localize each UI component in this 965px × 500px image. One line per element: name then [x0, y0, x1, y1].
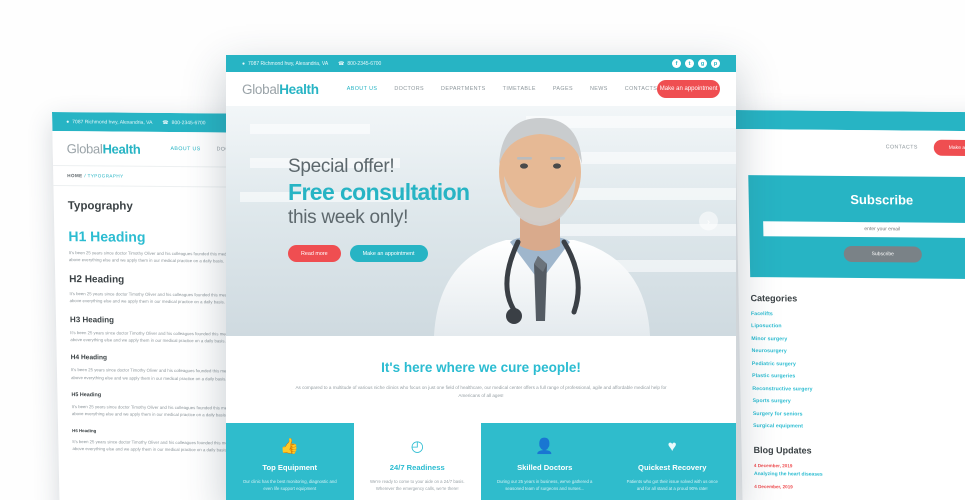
clock-icon: ◴ [410, 437, 424, 455]
list-item[interactable]: 4 December, 2019 [754, 484, 965, 491]
social-links-center[interactable]: f t g p [672, 59, 720, 68]
feature-title: Top Equipment [262, 462, 318, 472]
subscribe-widget: Subscribe Subscribe [748, 175, 965, 279]
list-item[interactable]: Reconstructive surgery [752, 386, 965, 394]
phone-icon: ☎ [338, 60, 345, 67]
home-page-preview[interactable]: ● 7087 Richmond hwy, Alexandria, VA ☎ 80… [226, 55, 736, 500]
phone-icon: ☎ [162, 119, 169, 126]
list-item[interactable]: Liposuction [751, 323, 965, 331]
features-section: 👍 Top Equipment Our clinic has the best … [226, 422, 736, 500]
facebook-icon[interactable]: f [672, 59, 681, 68]
nav-item-doctors[interactable]: DOCTORS [394, 86, 424, 92]
list-item[interactable]: 4 December, 2019 Analyzing the heart dis… [754, 463, 965, 479]
nav-item-departments[interactable]: DEPARTMENTS [441, 86, 486, 92]
subscribe-button[interactable]: Subscribe [843, 245, 922, 263]
list-item[interactable]: Neurosurgery [752, 348, 965, 356]
sidebar-widgets: Subscribe Subscribe Categories Facelifts… [736, 163, 965, 491]
list-item[interactable]: Sports surgery [753, 398, 965, 406]
google-plus-icon[interactable]: g [698, 59, 707, 68]
hero-slider[interactable]: Special offer! Free consultation this we… [226, 106, 736, 336]
make-appointment-button[interactable]: Make an appointment [349, 245, 428, 262]
thumbs-up-icon: 👍 [280, 437, 300, 455]
breadcrumb-current: Typography [87, 173, 124, 179]
breadcrumb-separator: / [84, 173, 87, 179]
blog-sidebar-page-preview[interactable]: f t g p CONTACTS Make an appointment Sub… [735, 110, 965, 500]
hero-buttons: Read more Make an appointment [288, 245, 470, 262]
nav-item-pages[interactable]: PAGES [553, 86, 573, 92]
categories-list: Facelifts Liposuction Minor surgery Neur… [751, 311, 965, 432]
phone-text: 800-2345-6700 [347, 60, 382, 67]
slider-next-arrow-icon[interactable]: › [699, 211, 718, 231]
logo-light-text: Global [66, 140, 103, 156]
feature-card-skilled-doctors[interactable]: 👤 Skilled Doctors During our 25 years in… [481, 422, 609, 500]
address-item: ● 7087 Richmond hwy, Alexandria, VA [242, 61, 328, 67]
read-more-button[interactable]: Read more [288, 245, 341, 262]
feature-card-top-equipment[interactable]: 👍 Top Equipment Our clinic has the best … [226, 422, 354, 500]
list-item[interactable]: Minor surgery [751, 336, 965, 344]
location-pin-icon: ● [66, 118, 70, 125]
hero-line-3: this week only! [288, 207, 409, 228]
main-navbar-right: CONTACTS Make an appointment [735, 128, 965, 166]
post-date: 4 December, 2019 [754, 483, 793, 489]
phone-item[interactable]: ☎ 800-2345-6700 [338, 61, 381, 67]
address-text: 7087 Richmond hwy, Alexandria, VA [72, 118, 153, 126]
feature-title: Skilled Doctors [517, 462, 573, 472]
subscribe-title: Subscribe [850, 191, 914, 208]
main-navbar-center: GlobalHealth ABOUT US DOCTORS DEPARTMENT… [226, 72, 736, 106]
nav-item-about-us[interactable]: ABOUT US [170, 146, 200, 152]
intro-text: As compared to a multitude of various ni… [295, 385, 667, 399]
user-icon: 👤 [535, 437, 555, 455]
logo-bold-text: Health [102, 140, 141, 157]
list-item[interactable]: Facelifts [751, 311, 965, 319]
nav-item-contacts[interactable]: CONTACTS [625, 86, 657, 92]
feature-title: Quickest Recovery [638, 462, 707, 472]
hero-line-1: Special offer! [288, 156, 395, 177]
list-item[interactable]: Plastic surgeries [752, 373, 965, 381]
address-text: 7087 Richmond hwy, Alexandria, VA [248, 60, 329, 67]
logo-bold-text: Health [279, 81, 319, 97]
feature-text: Our clinic has the best monitoring, diag… [242, 478, 337, 492]
hero-copy: Special offer! Free consultation this we… [288, 156, 470, 262]
feature-title: 24/7 Readiness [389, 462, 445, 472]
feature-text: During our 25 years in business, we've g… [497, 478, 593, 492]
pinterest-icon[interactable]: p [711, 59, 720, 68]
top-bar-center: ● 7087 Richmond hwy, Alexandria, VA ☎ 80… [226, 55, 736, 72]
site-logo[interactable]: GlobalHealth [67, 141, 141, 157]
feature-text: We're ready to come to your aide on a 24… [369, 478, 465, 492]
background-shape [250, 124, 370, 134]
intro-title: It's here where we cure people! [381, 360, 581, 375]
list-item[interactable]: Surgical equipment [753, 423, 965, 431]
post-title[interactable]: Analyzing the heart diseases [754, 471, 965, 479]
categories-title: Categories [750, 292, 798, 303]
post-date: 4 December, 2019 [753, 463, 793, 469]
phone-text: 800-2345-6700 [171, 119, 206, 126]
feature-text: Patients who got their issue solved with… [626, 478, 718, 492]
list-item[interactable]: Surgery for seniors [753, 411, 965, 419]
heart-icon: ♥ [667, 437, 677, 455]
breadcrumb-home[interactable]: HOME [67, 173, 82, 178]
nav-menu-center[interactable]: ABOUT US DOCTORS DEPARTMENTS TIMETABLE P… [347, 86, 658, 92]
showcase-stage: ● 7087 Richmond hwy, Alexandria, VA ☎ 80… [0, 0, 965, 500]
blog-updates-title: Blog Updates [753, 445, 812, 456]
nav-menu-right[interactable]: CONTACTS [886, 144, 918, 150]
twitter-icon[interactable]: t [685, 59, 694, 68]
nav-item-news[interactable]: NEWS [590, 86, 608, 92]
nav-item-timetable[interactable]: TIMETABLE [503, 86, 536, 92]
address-item: ● 7087 Richmond hwy, Alexandria, VA [66, 119, 152, 126]
feature-card-readiness[interactable]: ◴ 24/7 Readiness We're ready to come to … [353, 422, 481, 500]
nav-item-about-us[interactable]: ABOUT US [347, 86, 378, 92]
phone-item[interactable]: ☎ 800-2345-6700 [162, 119, 205, 125]
appointment-button[interactable]: Make an appointment [657, 80, 720, 98]
hero-line-2: Free consultation [288, 179, 470, 205]
site-logo[interactable]: GlobalHealth [242, 82, 319, 97]
appointment-button[interactable]: Make an appointment [933, 139, 965, 157]
location-pin-icon: ● [242, 60, 246, 67]
subscribe-email-input[interactable] [763, 220, 965, 238]
logo-light-text: Global [242, 81, 280, 97]
intro-section: It's here where we cure people! As compa… [226, 336, 736, 423]
feature-card-quickest-recovery[interactable]: ♥ Quickest Recovery Patients who got the… [608, 422, 736, 500]
list-item[interactable]: Pediatric surgery [752, 361, 965, 369]
nav-item-contacts[interactable]: CONTACTS [886, 144, 918, 150]
